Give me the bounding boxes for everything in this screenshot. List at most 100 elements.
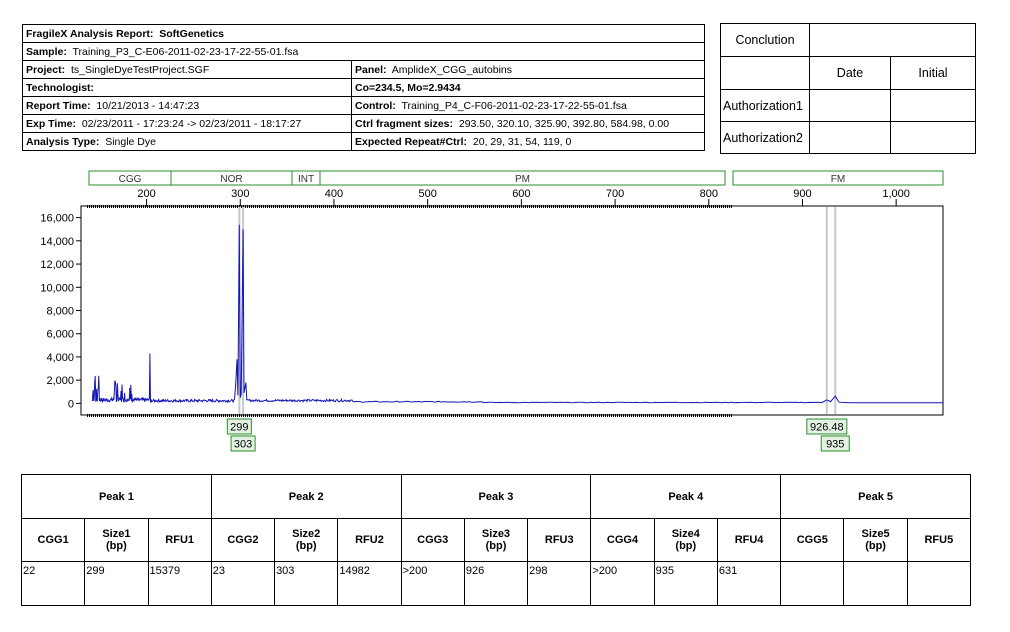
co-mo-value: Co=234.5, Mo=2.9434 xyxy=(355,81,461,94)
technologist-label: Technologist: xyxy=(26,81,95,94)
y-tick-label: 0 xyxy=(68,398,74,410)
conclusion-table: Conclution Date Initial Authorization1 A… xyxy=(720,23,976,154)
project-cell: Project: ts_SingleDyeTestProject.SGF xyxy=(22,60,352,79)
peak-column-header: CGG1 xyxy=(20,518,86,562)
x-tick-label: 400 xyxy=(325,188,343,200)
peak-value-cell: 299 xyxy=(84,561,149,606)
exp-time-label: Exp Time: xyxy=(26,117,76,130)
peaks-table: Peak 1 Peak 2 Peak 3 Peak 4 Peak 5 CGG1 Size1… xyxy=(20,474,972,606)
expected-repeat-label: Expected Repeat#Ctrl: xyxy=(355,135,468,148)
control-label: Control: xyxy=(355,99,396,112)
peak-value-cell: >200 xyxy=(400,561,465,606)
x-tick-label: 200 xyxy=(137,188,155,200)
ctrl-sizes-cell: Ctrl fragment sizes: 293.50, 320.10, 325… xyxy=(351,114,705,133)
report-title-label: FragileX Analysis Report: xyxy=(26,27,154,40)
peak-column-header: RFU4 xyxy=(716,518,782,562)
peak-value-cell: 631 xyxy=(716,561,782,606)
peak-group-header: Peak 5 xyxy=(780,474,971,519)
exp-time-value: 02/23/2011 - 17:23:24 -> 02/23/2011 - 18… xyxy=(81,117,302,130)
bin-label-fm: FM xyxy=(831,174,845,185)
peaks-group-row: Peak 1 Peak 2 Peak 3 Peak 4 Peak 5 xyxy=(21,474,971,519)
panel-label: Panel: xyxy=(355,63,387,76)
authorization1-date[interactable] xyxy=(809,89,891,122)
report-time-label: Report Time: xyxy=(26,99,91,112)
bin-label-int: INT xyxy=(298,174,314,185)
x-tick-label: 500 xyxy=(418,188,436,200)
expected-repeat-cell: Expected Repeat#Ctrl: 20, 29, 31, 54, 11… xyxy=(351,132,705,151)
peak-value-cell xyxy=(843,561,908,606)
panel-cell: Panel: AmplideX_CGG_autobins xyxy=(351,60,705,79)
report-title-value: SoftGenetics xyxy=(159,27,225,40)
authorization2-initial[interactable] xyxy=(890,121,976,154)
peak-column-header: CGG4 xyxy=(590,518,655,562)
y-tick-label: 14,000 xyxy=(40,236,74,248)
panel-value: AmplideX_CGG_autobins xyxy=(391,63,513,76)
peak-column-header: CGG5 xyxy=(780,518,845,562)
x-tick-label: 900 xyxy=(793,188,811,200)
bin-label-cgg: CGG xyxy=(119,174,142,185)
peak-column-header: CGG2 xyxy=(210,518,276,562)
analysis-type-value: Single Dye xyxy=(105,135,156,148)
x-tick-label: 1,000 xyxy=(882,188,910,200)
y-tick-label: 6,000 xyxy=(46,329,74,341)
y-tick-label: 8,000 xyxy=(46,306,74,318)
project-value: ts_SingleDyeTestProject.SGF xyxy=(70,63,210,76)
plot-area xyxy=(80,205,944,417)
project-label: Project: xyxy=(26,63,66,76)
report-time-cell: Report Time: 10/21/2013 - 14:47:23 xyxy=(22,96,352,115)
peak-value-cell: 14982 xyxy=(337,561,402,606)
x-axis: 200 300 400 500 600 700 800 900 1,000 xyxy=(137,188,910,206)
peak-column-header: RFU1 xyxy=(147,518,212,562)
peak-labels: 299 303 926.48 935 xyxy=(226,418,850,452)
peak-label-text: 299 xyxy=(230,422,248,434)
x-tick-label: 300 xyxy=(231,188,249,200)
peak-value-cell: >200 xyxy=(590,561,655,606)
conclusion-label: Conclution xyxy=(720,23,810,57)
peak-column-header: RFU5 xyxy=(906,518,972,562)
peak-value-cell xyxy=(780,561,845,606)
x-tick-label: 600 xyxy=(512,188,530,200)
expected-repeat-value: 20, 29, 31, 54, 119, 0 xyxy=(472,135,572,148)
conclusion-value[interactable] xyxy=(809,23,976,57)
bin-label-pm: PM xyxy=(515,174,530,185)
peak-group-header: Peak 1 xyxy=(21,474,212,519)
peak-column-header: Size1 (bp) xyxy=(84,518,149,562)
report-title-cell: FragileX Analysis Report: SoftGenetics xyxy=(22,24,705,43)
y-tick-label: 12,000 xyxy=(40,259,74,271)
date-header: Date xyxy=(809,56,891,90)
peak-column-header: Size2 (bp) xyxy=(274,518,339,562)
y-axis: 16,000 14,000 12,000 10,000 8,000 6,000 4,000 2… xyxy=(40,213,81,410)
co-mo-cell: Co=234.5, Mo=2.9434 xyxy=(351,78,705,97)
control-value: Training_P4_C-F06-2011-02-23-17-22-55-01… xyxy=(401,99,627,112)
exp-time-cell: Exp Time: 02/23/2011 - 17:23:24 -> 02/23… xyxy=(22,114,352,133)
peak-column-header: RFU2 xyxy=(337,518,402,562)
control-cell: Control: Training_P4_C-F06-2011-02-23-17… xyxy=(351,96,705,115)
bin-label-nor: NOR xyxy=(220,174,242,185)
peak-label-text: 926.48 xyxy=(810,422,844,434)
peak-value-cell xyxy=(906,561,972,606)
peak-value-cell: 15379 xyxy=(147,561,212,606)
peak-value-cell: 926 xyxy=(463,561,529,606)
peak-value-cell: 22 xyxy=(20,561,86,606)
sample-cell: Sample: Training_P3_C-E06-2011-02-23-17-… xyxy=(22,42,705,61)
y-tick-label: 2,000 xyxy=(46,375,74,387)
peak-value-cell: 303 xyxy=(274,561,339,606)
peak-column-header: Size5 (bp) xyxy=(843,518,908,562)
peak-group-header: Peak 2 xyxy=(210,474,402,519)
peaks-column-row: CGG1 Size1 (bp) RFU1 CGG2 Size2 (bp) RFU2 CGG3 Si… xyxy=(20,518,972,562)
ctrl-sizes-label: Ctrl fragment sizes: xyxy=(355,117,454,130)
peak-group-header: Peak 4 xyxy=(590,474,782,519)
y-tick-label: 16,000 xyxy=(40,213,74,225)
analysis-type-cell: Analysis Type: Single Dye xyxy=(22,132,352,151)
sample-label: Sample: xyxy=(26,45,67,58)
authorization2-label: Authorization2 xyxy=(720,121,810,154)
y-tick-label: 4,000 xyxy=(46,352,74,364)
authorization1-initial[interactable] xyxy=(890,89,976,122)
technologist-cell: Technologist: xyxy=(22,78,352,97)
bin-bar: CGG NOR INT PM FM xyxy=(88,170,944,186)
authorization2-date[interactable] xyxy=(809,121,891,154)
analysis-type-label: Analysis Type: xyxy=(26,135,100,148)
initial-header: Initial xyxy=(890,56,976,90)
peaks-value-row: 22 299 15379 23 303 14982 >200 926 298 >200 935 631 xyxy=(20,561,972,606)
peak-group-header: Peak 3 xyxy=(400,474,592,519)
